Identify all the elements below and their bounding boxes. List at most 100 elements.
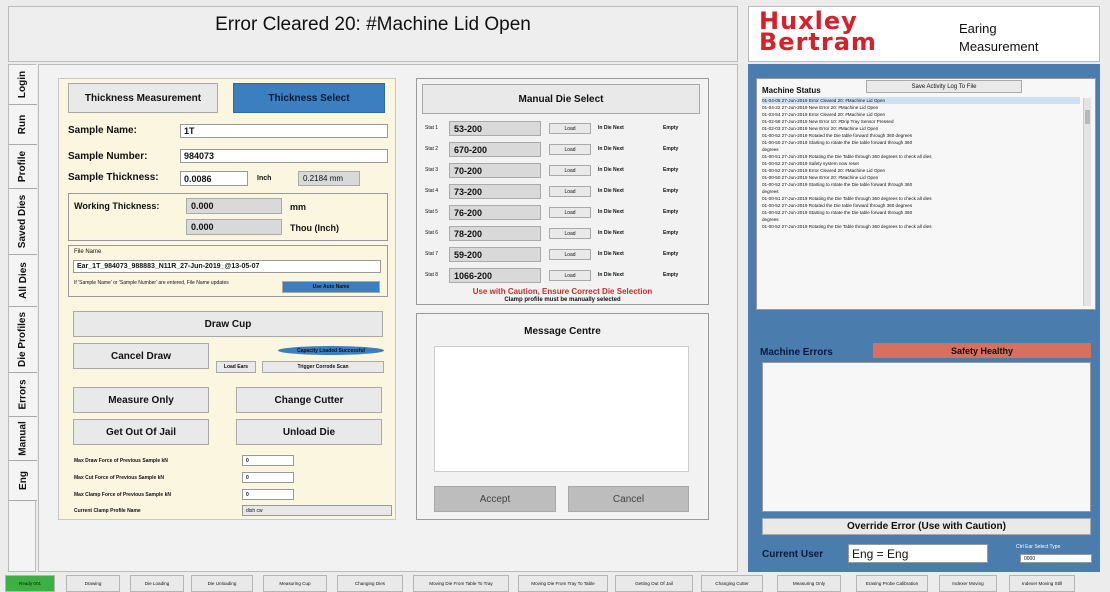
cancel-draw-button[interactable]: Cancel Draw xyxy=(73,343,209,369)
override-error-button[interactable]: Override Error (Use with Caution) xyxy=(762,518,1091,535)
logo-sub2: Measurement xyxy=(959,39,1039,54)
tab-errors[interactable]: Errors xyxy=(9,373,37,417)
log-scrollbar-thumb[interactable] xyxy=(1085,110,1090,124)
sample-thickness-input[interactable]: 0.0086 xyxy=(180,171,248,186)
die-load-button[interactable]: Load xyxy=(549,123,591,134)
working-mm-unit: mm xyxy=(290,202,307,212)
die-station-label: Stat 7 xyxy=(425,251,439,257)
bottom-tab[interactable]: Changing Cutter xyxy=(701,575,763,592)
bottom-tab[interactable]: Getting Out Of Jail xyxy=(615,575,693,592)
measure-only-button[interactable]: Measure Only xyxy=(73,387,209,413)
die-in-next-label: In Die Next xyxy=(598,146,624,152)
bottom-tab[interactable]: Erasing Probe Calibration xyxy=(856,575,928,592)
die-load-button[interactable]: Load xyxy=(549,165,591,176)
use-auto-name-button[interactable]: Use Auto Name xyxy=(282,281,380,293)
bottom-tab[interactable]: Die Loading xyxy=(130,575,184,592)
bottom-tab[interactable]: Measuring Cup xyxy=(263,575,327,592)
message-area xyxy=(434,346,689,472)
log-entry: 01-00-52 27-Jun-2019 Rotating the Die Ta… xyxy=(762,224,932,229)
log-entry: 01-03-54 27-Jun-2019 Error Cleared 20: #… xyxy=(762,112,886,117)
load-ears-button[interactable]: Load Ears xyxy=(216,361,256,373)
bottom-tab[interactable]: Indexer Moving xyxy=(939,575,997,592)
bottom-tab[interactable]: Moving Die From Table To Tray xyxy=(413,575,509,592)
logo-sub1: Earing xyxy=(959,21,997,36)
die-load-button[interactable]: Load xyxy=(549,270,591,281)
thickness-card xyxy=(58,78,396,520)
log-entry: degrees xyxy=(762,147,779,152)
activity-log: 01-04-05 27-Jun-2019 Error Cleared 20: #… xyxy=(762,97,1080,307)
page-title: Error Cleared 20: #Machine Lid Open xyxy=(8,6,738,62)
die-station-value[interactable]: 59-200 xyxy=(449,247,541,262)
bottom-tab[interactable]: Changing Dies xyxy=(337,575,403,592)
bottom-tab[interactable]: Measuring Only xyxy=(777,575,841,592)
trigger-scan-button[interactable]: Trigger Corrode Scan xyxy=(262,361,384,373)
die-in-next-label: In Die Next xyxy=(598,188,624,194)
die-load-button[interactable]: Load xyxy=(549,207,591,218)
clamp-profile-label: Current Clamp Profile Name xyxy=(74,508,141,514)
die-station-value[interactable]: 73-200 xyxy=(449,184,541,199)
log-entry: 01-04-22 27-Jun-2019 New Error 20: #Mach… xyxy=(762,105,879,110)
sample-name-label: Sample Name: xyxy=(68,125,137,136)
die-station-value[interactable]: 78-200 xyxy=(449,226,541,241)
tab-thickness-select[interactable]: Thickness Select xyxy=(233,83,385,113)
die-in-next-label: In Die Next xyxy=(598,272,624,278)
tab-saved-dies[interactable]: Saved Dies xyxy=(9,189,37,255)
die-station-label: Stat 3 xyxy=(425,167,439,173)
die-station-label: Stat 2 xyxy=(425,146,439,152)
log-entry: 01-00-51 27-Jun-2019 Rotating the Die Ta… xyxy=(762,154,932,159)
save-log-button[interactable]: Save Activity Log To File xyxy=(866,80,1022,93)
force-label: Max Clamp Force of Previous Sample kN xyxy=(74,492,171,498)
log-entry: 01-02-58 27-Jun-2019 New Error 10: #Drip… xyxy=(762,119,894,124)
machine-status-title: Machine Status xyxy=(762,86,821,95)
tab-die-profiles[interactable]: Die Profiles xyxy=(9,307,37,373)
die-station-value[interactable]: 53-200 xyxy=(449,121,541,136)
bottom-tab[interactable]: Drawing xyxy=(66,575,120,592)
ctrl-type-value: 0000 xyxy=(1020,554,1092,563)
accept-button[interactable]: Accept xyxy=(434,486,556,512)
die-station-value[interactable]: 70-200 xyxy=(449,163,541,178)
side-tab-bar: Login Run Profile Saved Dies All Dies Di… xyxy=(8,64,37,572)
die-load-button[interactable]: Load xyxy=(549,144,591,155)
die-station-label: Stat 1 xyxy=(425,125,439,131)
log-entry: 01-00-52 27-Jun-2019 Error Cleared 20: #… xyxy=(762,168,886,173)
bottom-tab[interactable]: Moving Die From Tray To Table xyxy=(518,575,608,592)
log-entry: 01-00-50 27-Jun-2019 Starting to rotate … xyxy=(762,140,913,145)
file-name-input[interactable]: Ear_1T_984073_988883_N11R_27-Jun-2019_@1… xyxy=(73,260,381,273)
message-cancel-button[interactable]: Cancel xyxy=(568,486,689,512)
bottom-tab[interactable]: Indexer Moving Still xyxy=(1009,575,1075,592)
log-scrollbar[interactable] xyxy=(1083,98,1091,306)
log-entry: 01-00-50 27-Jun-2019 New Error 20: #Mach… xyxy=(762,175,879,180)
sample-number-input[interactable]: 984073 xyxy=(180,149,388,163)
tab-all-dies[interactable]: All Dies xyxy=(9,255,37,307)
die-station-value[interactable]: 670-200 xyxy=(449,142,541,157)
draw-cup-button[interactable]: Draw Cup xyxy=(73,311,383,337)
force-label: Max Draw Force of Previous Sample kN xyxy=(74,458,168,464)
die-station-value[interactable]: 1066-200 xyxy=(449,268,541,283)
bottom-tab[interactable]: Die Unloading xyxy=(191,575,253,592)
die-empty-label: Empty xyxy=(663,251,679,257)
clamp-profile-value: dish cw xyxy=(242,505,392,516)
tab-profile[interactable]: Profile xyxy=(9,145,37,189)
sample-name-input[interactable]: 1T xyxy=(180,124,388,138)
change-cutter-button[interactable]: Change Cutter xyxy=(236,387,382,413)
force-value: 0 xyxy=(242,455,294,466)
die-in-next-label: In Die Next xyxy=(598,167,624,173)
die-in-next-label: In Die Next xyxy=(598,209,624,215)
get-out-of-jail-button[interactable]: Get Out Of Jail xyxy=(73,419,209,445)
tab-run[interactable]: Run xyxy=(9,105,37,145)
tab-thickness-measurement[interactable]: Thickness Measurement xyxy=(68,83,218,113)
ctrl-type-label: Ctrl Ear Select Type xyxy=(1016,544,1061,550)
bottom-status-bar: Ready 001 Drawing Die Loading Die Unloading… xyxy=(5,575,1108,592)
bottom-tab[interactable]: Ready 001 xyxy=(5,575,55,592)
working-thou-unit: Thou (Inch) xyxy=(290,223,339,233)
die-load-button[interactable]: Load xyxy=(549,228,591,239)
tab-eng[interactable]: Eng xyxy=(9,461,37,501)
tab-login[interactable]: Login xyxy=(9,65,37,105)
die-load-button[interactable]: Load xyxy=(549,249,591,260)
die-station-value[interactable]: 76-200 xyxy=(449,205,541,220)
tab-manual[interactable]: Manual xyxy=(9,417,37,461)
log-entry: degrees xyxy=(762,189,779,194)
unload-die-button[interactable]: Unload Die xyxy=(236,419,382,445)
log-entry: 01-00-52 27-Jun-2019 Rotated the Die tab… xyxy=(762,133,913,138)
die-load-button[interactable]: Load xyxy=(549,186,591,197)
